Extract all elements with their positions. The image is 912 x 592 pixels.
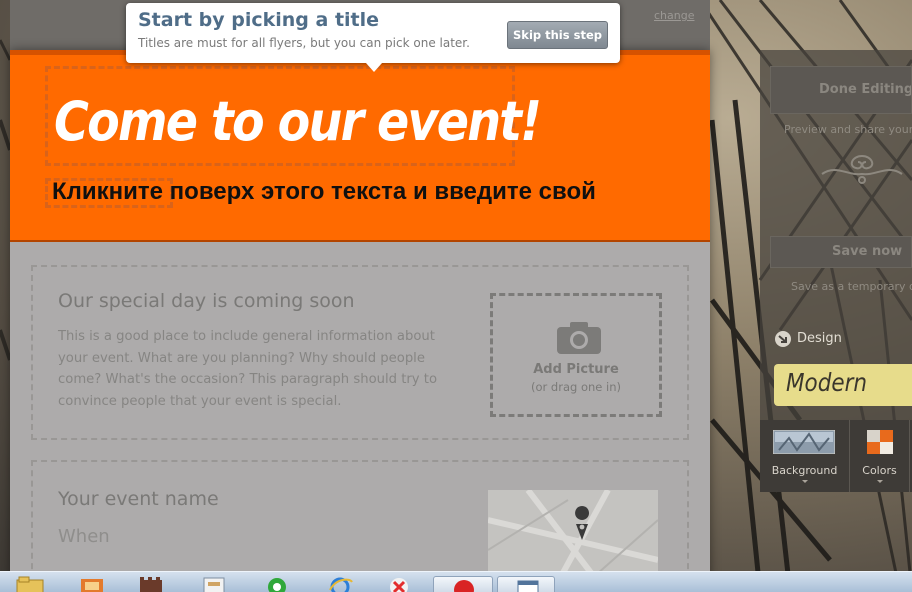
taskbar	[0, 571, 912, 592]
add-picture-label: Add Picture	[533, 362, 619, 377]
taskbar-window-button[interactable]	[497, 576, 555, 592]
theme-name: Modern	[786, 368, 868, 397]
save-hint: Save as a temporary d	[791, 280, 912, 293]
paragraph-line: come? What's the occasion? This paragrap…	[58, 372, 438, 387]
paragraph-line: your event. What are you planning? Why s…	[58, 350, 425, 366]
media-icon[interactable]	[78, 576, 106, 592]
document-icon[interactable]	[200, 576, 228, 592]
castle-icon[interactable]	[137, 576, 165, 592]
ie-icon[interactable]	[326, 576, 354, 592]
map-thumbnail[interactable]	[488, 490, 658, 580]
when-label[interactable]: When	[58, 526, 110, 547]
background-tool-label: Background	[771, 464, 838, 477]
subtitle-overlay-text[interactable]: Кликните поверх этого текста и введите с…	[52, 178, 596, 206]
dropdown-caret-icon	[801, 480, 808, 483]
drag-hint: (or drag one in)	[531, 380, 621, 394]
event-name-heading: Your event name	[58, 488, 219, 510]
design-tools: Background Colors	[760, 420, 912, 492]
folder-icon[interactable]	[15, 576, 45, 592]
tooltip-text: Titles are must for all flyers, but you …	[138, 36, 470, 50]
collapse-arrow-icon	[775, 331, 791, 347]
ornament-icon	[821, 155, 903, 184]
opera-icon	[454, 580, 474, 592]
paragraph-line: This is a good place to include general …	[58, 329, 435, 344]
done-editing-button[interactable]: Done Editing	[770, 66, 912, 114]
map-image	[488, 490, 658, 580]
paragraph-line: convince people that your event is speci…	[58, 393, 342, 409]
skip-step-button[interactable]: Skip this step	[507, 21, 608, 49]
info-heading: Our special day is coming soon	[58, 290, 355, 312]
flyer-title[interactable]: Come to our event!	[54, 90, 542, 153]
yandex-icon[interactable]	[385, 576, 413, 592]
tooltip-title: Start by picking a title	[138, 9, 380, 31]
design-label: Design	[797, 331, 842, 346]
flyer-canvas: Come to our event! Our special day is co…	[10, 50, 710, 580]
dropdown-caret-icon	[876, 480, 883, 483]
camera-icon	[557, 322, 601, 354]
theme-selector[interactable]: Modern	[774, 364, 912, 406]
tooltip-arrow	[366, 63, 382, 72]
background-tool[interactable]: Background	[760, 420, 850, 492]
preview-hint: Preview and share your	[784, 123, 912, 136]
colors-tool-label: Colors	[862, 464, 897, 477]
design-section-toggle[interactable]: Design	[774, 330, 842, 348]
color-palette-icon	[867, 430, 893, 454]
title-tooltip: Start by picking a title Titles are must…	[126, 3, 620, 72]
info-paragraph: This is a good place to include general …	[58, 326, 468, 412]
messenger-icon[interactable]	[263, 576, 291, 592]
window-icon	[517, 580, 539, 592]
save-now-button[interactable]: Save now	[770, 236, 912, 268]
add-picture-box[interactable]: Add Picture (or drag one in)	[490, 293, 662, 417]
colors-tool[interactable]: Colors	[850, 420, 910, 492]
background-swatch-icon	[773, 430, 835, 454]
change-link[interactable]: change	[654, 9, 694, 22]
taskbar-window-button[interactable]	[433, 576, 493, 592]
